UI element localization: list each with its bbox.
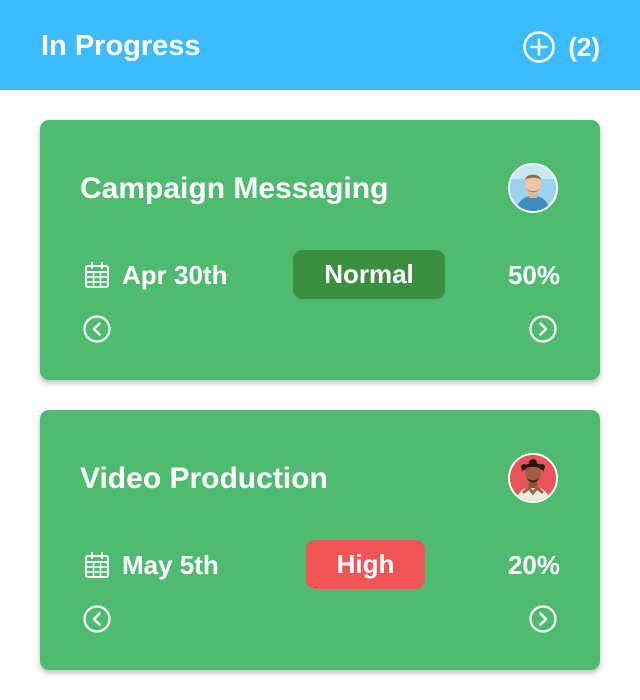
column-title: In Progress (41, 30, 201, 62)
progress-percent: 20% (507, 550, 560, 580)
task-count: (2) (568, 32, 600, 62)
task-title: Campaign Messaging (80, 172, 389, 205)
add-circle-icon[interactable] (522, 30, 556, 64)
assignee-avatar[interactable] (508, 163, 558, 213)
calendar-icon (85, 262, 109, 288)
column-header: In Progress (2) (0, 0, 640, 90)
progress-percent: 50% (507, 260, 560, 290)
chevron-left-icon[interactable] (82, 314, 112, 344)
chevron-left-icon[interactable] (82, 604, 112, 634)
due-date-text: May 5th (122, 550, 219, 580)
priority-badge: High (306, 540, 425, 589)
chevron-right-icon[interactable] (528, 604, 558, 634)
chevron-right-icon[interactable] (528, 314, 558, 344)
task-card[interactable]: Video Production May 5th High 20% (40, 410, 600, 670)
priority-badge: Normal (293, 250, 445, 299)
due-date-text: Apr 30th (122, 260, 228, 290)
due-date: Apr 30th (84, 258, 227, 292)
calendar-icon (85, 552, 109, 578)
assignee-avatar[interactable] (508, 453, 558, 503)
task-title: Video Production (80, 462, 328, 495)
due-date: May 5th (84, 548, 219, 582)
header-actions: (2) (522, 30, 600, 64)
task-card[interactable]: Campaign Messaging Apr 30th Normal 50% (40, 120, 600, 380)
